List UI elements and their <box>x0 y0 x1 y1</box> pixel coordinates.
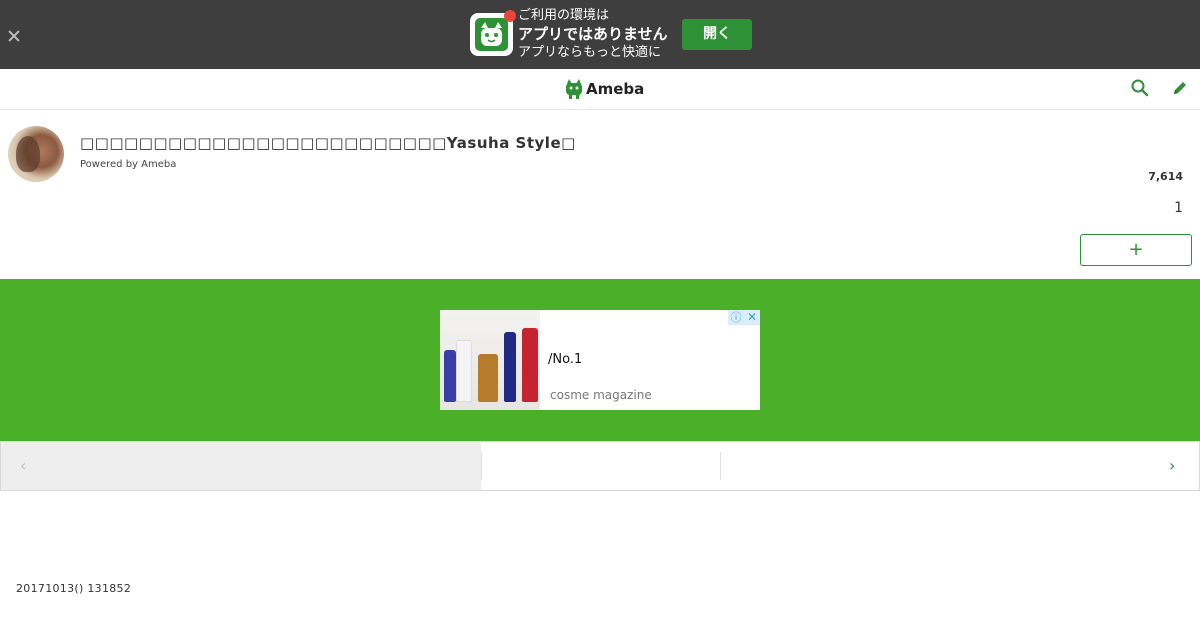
ad-title[interactable]: /No.1 <box>548 352 582 367</box>
ad-card[interactable]: /No.1 cosme magazine ⓘ ✕ <box>440 310 760 410</box>
powered-by-text: Powered by Ameba <box>80 159 177 170</box>
site-header: Ameba <box>0 69 1200 110</box>
ad-source: cosme magazine <box>550 388 652 402</box>
ameba-mascot-icon <box>475 18 508 51</box>
ad-zone: /No.1 cosme magazine ⓘ ✕ <box>0 279 1200 441</box>
prev-page-button[interactable]: ‹ <box>1 442 481 490</box>
ameba-logo[interactable]: Ameba <box>565 77 644 101</box>
search-icon[interactable] <box>1130 78 1150 98</box>
pencil-icon[interactable] <box>1170 78 1190 98</box>
banner-line-2: アプリではありません <box>518 25 668 43</box>
banner-line-3: アプリならもっと快適に <box>518 45 662 60</box>
avatar[interactable] <box>8 126 64 182</box>
notification-dot <box>504 10 516 22</box>
page-number: 1 <box>1174 200 1183 216</box>
ad-info-icon[interactable]: ⓘ <box>728 310 744 325</box>
banner-message: ご利用の環境は アプリではありません アプリならもっと快適に <box>518 7 668 62</box>
ameba-logo-icon <box>566 79 582 99</box>
banner-line-1: ご利用の環境は <box>518 8 610 23</box>
chevron-right-icon: › <box>1169 456 1176 475</box>
next-page-button[interactable]: › <box>1151 442 1199 490</box>
blog-title[interactable]: □□□□□□□□□□□□□□□□□□□□□□□□□Yasuha Style□ <box>80 134 576 152</box>
close-icon[interactable] <box>6 28 22 44</box>
open-app-button[interactable]: 開く <box>682 19 752 50</box>
logo-text: Ameba <box>586 80 645 98</box>
pager-divider <box>481 452 482 480</box>
ad-close-icon[interactable]: ✕ <box>744 310 760 325</box>
chevron-left-icon: ‹ <box>20 456 27 475</box>
pager-divider <box>720 452 721 480</box>
app-banner: ご利用の環境は アプリではありません アプリならもっと快適に 開く <box>0 0 1200 69</box>
ad-image[interactable] <box>440 310 540 410</box>
follow-button[interactable]: + <box>1080 234 1192 266</box>
entry-date: 20171013() 131852 <box>16 582 132 595</box>
reader-count: 7,614 <box>1148 170 1183 183</box>
pager: ‹ › <box>0 441 1200 491</box>
